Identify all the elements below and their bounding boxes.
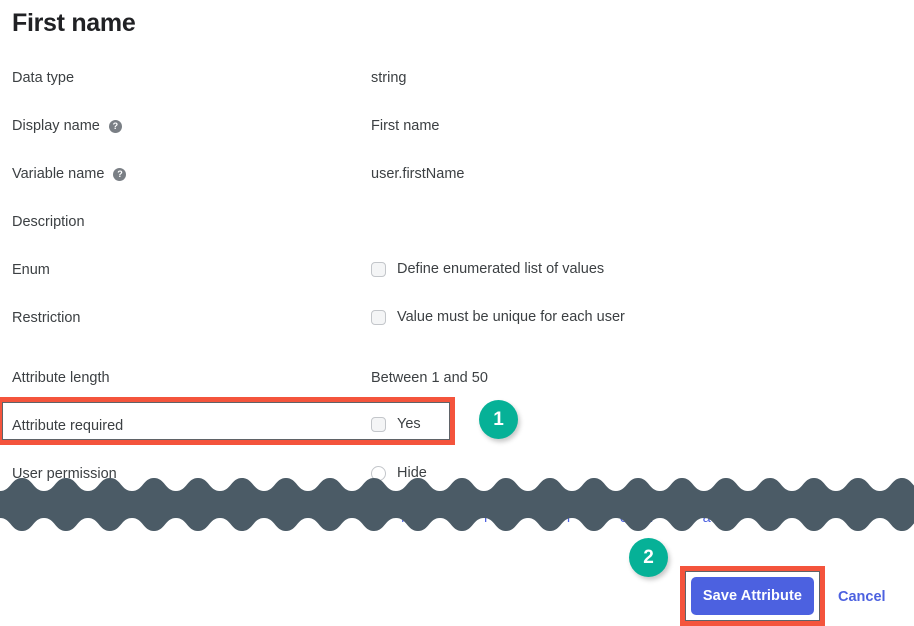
field-label-attribute-length: Attribute length: [12, 370, 110, 386]
help-icon[interactable]: ?: [113, 168, 127, 181]
cancel-button[interactable]: Cancel: [838, 587, 886, 607]
field-value-display-name: First name: [371, 118, 440, 134]
field-label-display-name: Display name?: [12, 116, 122, 136]
field-label-attribute-required: Attribute required: [12, 418, 124, 434]
step-badge-1: 1: [479, 400, 518, 439]
field-row-display-name: Display name? First name: [0, 111, 914, 141]
field-label-restriction: Restriction: [12, 310, 81, 326]
field-label-enum: Enum: [12, 262, 50, 278]
attribute-required-checkbox-label[interactable]: Yes: [397, 414, 421, 434]
enum-control-group: Define enumerated list of values: [371, 259, 604, 279]
enum-checkbox-label[interactable]: Define enumerated list of values: [397, 259, 604, 279]
attribute-detail-page: First name Data type string Display name…: [0, 0, 914, 626]
field-value-variable-name: user.firstName: [371, 166, 465, 182]
field-label-user-permission: User permission: [12, 466, 117, 482]
attribute-required-control-group: Yes: [371, 414, 421, 434]
field-row-data-type: Data type string: [0, 63, 914, 93]
enum-checkbox[interactable]: [371, 261, 386, 277]
page-title: First name: [12, 9, 136, 37]
restriction-checkbox-label[interactable]: Value must be unique for each user: [397, 307, 625, 327]
help-icon[interactable]: ?: [108, 120, 122, 133]
user-permission-control-group: Hide: [371, 463, 427, 483]
field-label-display-name-text: Display name: [12, 118, 100, 134]
step-badge-2: 2: [629, 538, 668, 577]
field-label-description: Description: [12, 214, 85, 230]
field-row-description: Description: [0, 207, 914, 237]
field-label-variable-name: Variable name?: [12, 164, 127, 184]
obscured-link-text: ar or ar or at: [371, 510, 759, 526]
field-row-variable-name: Variable name? user.firstName: [0, 159, 914, 189]
restriction-control-group: Value must be unique for each user: [371, 307, 625, 327]
field-row-attribute-length: Attribute length Between 1 and 50: [0, 363, 914, 393]
field-value-data-type: string: [371, 70, 407, 86]
field-row-attribute-required: Attribute required: [0, 411, 914, 441]
attribute-required-checkbox[interactable]: [371, 416, 386, 432]
user-permission-radio-label[interactable]: Hide: [397, 463, 427, 483]
restriction-checkbox[interactable]: [371, 309, 386, 325]
field-row-user-permission: User permission: [0, 459, 914, 489]
field-value-attribute-length: Between 1 and 50: [371, 370, 488, 386]
user-permission-radio[interactable]: [371, 465, 386, 481]
field-label-data-type: Data type: [12, 70, 75, 86]
field-label-variable-name-text: Variable name: [12, 166, 105, 182]
save-attribute-button[interactable]: Save Attribute: [691, 577, 814, 615]
